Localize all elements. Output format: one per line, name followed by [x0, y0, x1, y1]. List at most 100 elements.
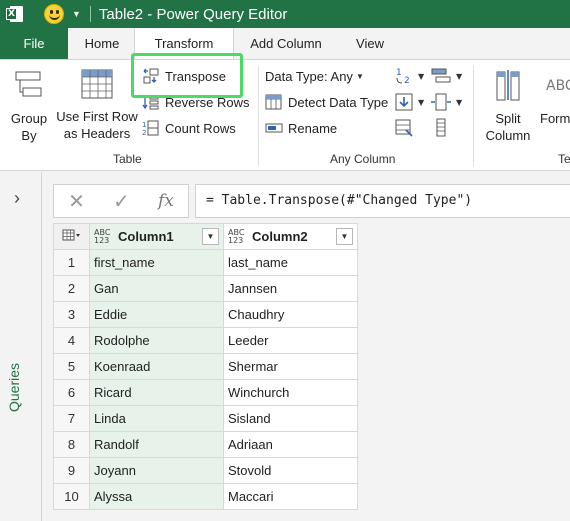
main-area: ✕ ✓ fx = Table.Transpose(#"Changed Type"… — [43, 172, 570, 521]
row-number: 3 — [53, 301, 90, 328]
any-column-group-label: Any Column — [330, 152, 396, 166]
svg-text:2: 2 — [142, 129, 146, 136]
title-separator — [89, 6, 91, 22]
cell-column2[interactable]: Sisland — [223, 405, 358, 432]
cell-column2[interactable]: Adriaan — [223, 431, 358, 458]
cell-column1[interactable]: Randolf — [89, 431, 224, 458]
tab-home[interactable]: Home — [70, 28, 134, 59]
cell-column1[interactable]: Ricard — [89, 379, 224, 406]
column2-header-label: Column2 — [252, 229, 308, 245]
check-icon[interactable]: ✓ — [113, 189, 130, 213]
tab-add-column[interactable]: Add Column — [236, 28, 336, 59]
row-number: 6 — [53, 379, 90, 406]
svg-text:▼: ▼ — [456, 72, 463, 81]
svg-text:▼: ▼ — [418, 98, 425, 107]
cell-column2[interactable]: Chaudhry — [223, 301, 358, 328]
use-first-row-label: Use First Row as Headers — [56, 109, 138, 141]
cell-column1[interactable]: Rodolphe — [89, 327, 224, 354]
format-button[interactable]: ABC Form — [540, 68, 570, 127]
rename-label: Rename — [288, 120, 338, 136]
cell-column2[interactable]: Jannsen — [223, 275, 358, 302]
group-separator — [473, 66, 474, 166]
column-header-column1[interactable]: ABC 123 Column1 ▼ — [89, 223, 224, 250]
table-row: 9 Joyann Stovold — [53, 457, 358, 484]
row-number: 1 — [53, 249, 90, 276]
row-number: 10 — [53, 483, 90, 510]
tab-view[interactable]: View — [338, 28, 402, 59]
group-separator — [258, 66, 259, 166]
cell-column2[interactable]: Winchurch — [223, 379, 358, 406]
svg-text:1: 1 — [396, 68, 402, 78]
cell-column2[interactable]: Stovold — [223, 457, 358, 484]
row-number: 8 — [53, 431, 90, 458]
ribbon: Group By Use First Row as Headers Transp… — [0, 59, 570, 171]
filter-dropdown-icon[interactable]: ▼ — [202, 228, 219, 245]
ribbon-tabs: File Home Transform Add Column View — [0, 28, 570, 59]
filter-dropdown-icon[interactable]: ▼ — [336, 228, 353, 245]
replace-values-icon[interactable]: 1 2 ▼ — [394, 66, 428, 86]
text-group-label: Te — [558, 152, 570, 166]
svg-text:2: 2 — [404, 76, 410, 86]
table-row: 1 first_name last_name — [53, 249, 358, 276]
queries-pane[interactable]: › Queries — [0, 172, 42, 521]
row-number: 2 — [53, 275, 90, 302]
quick-access-dropdown-icon[interactable]: ▼ — [72, 9, 81, 19]
table-icon[interactable] — [61, 228, 83, 242]
any-type-icon[interactable]: ABC 123 — [94, 228, 116, 245]
transpose-highlight-box — [131, 53, 243, 98]
group-by-button[interactable]: Group By — [6, 70, 52, 144]
data-type-label: Data Type: Any — [265, 68, 353, 84]
split-column-button[interactable]: Split Column — [478, 68, 538, 144]
feedback-smiley-icon[interactable] — [44, 4, 64, 24]
cell-column1[interactable]: first_name — [89, 249, 224, 276]
cell-column1[interactable]: Gan — [89, 275, 224, 302]
convert-to-list-icon[interactable] — [394, 118, 418, 138]
rename-button[interactable]: Rename — [265, 118, 337, 138]
count-rows-button[interactable]: 1 2 Count Rows — [142, 118, 236, 138]
cell-column2[interactable]: Shermar — [223, 353, 358, 380]
detect-data-type-button[interactable]: Detect Data Type — [265, 92, 388, 112]
fill-down-icon[interactable]: ▼ — [394, 92, 428, 112]
column-list-icon[interactable] — [434, 118, 450, 138]
excel-logo-icon: X — [6, 5, 24, 23]
title-bar: X ▼ Table2 - Power Query Editor — [0, 0, 570, 28]
detect-data-type-label: Detect Data Type — [288, 94, 389, 110]
column1-header-label: Column1 — [118, 229, 174, 245]
column-header-column2[interactable]: ABC 123 Column2 ▼ — [223, 223, 358, 250]
svg-text:ABC: ABC — [546, 78, 570, 94]
cell-column2[interactable]: last_name — [223, 249, 358, 276]
cell-column1[interactable]: Koenraad — [89, 353, 224, 380]
cell-column2[interactable]: Maccari — [223, 483, 358, 510]
cancel-icon[interactable]: ✕ — [68, 189, 85, 213]
table-row: 10 Alyssa Maccari — [53, 483, 358, 510]
use-first-row-as-headers-button[interactable]: Use First Row as Headers — [56, 68, 138, 142]
cell-column2[interactable]: Leeder — [223, 327, 358, 354]
cell-column1[interactable]: Linda — [89, 405, 224, 432]
fx-icon[interactable]: fx — [158, 191, 174, 211]
table-menu-corner[interactable] — [53, 223, 90, 250]
count-rows-icon: 1 2 — [142, 120, 159, 136]
any-type-icon[interactable]: ABC 123 — [228, 228, 250, 245]
cell-column1[interactable]: Eddie — [89, 301, 224, 328]
data-grid: ABC 123 Column1 ▼ ABC 123 Column2 ▼ 1 first… — [53, 223, 358, 510]
chevron-right-icon[interactable]: › — [14, 188, 20, 209]
cell-column1[interactable]: Joyann — [89, 457, 224, 484]
svg-text:1: 1 — [142, 121, 146, 129]
queries-label: Queries — [6, 362, 22, 412]
move-column-icon[interactable]: ▼ — [430, 92, 466, 112]
row-number: 4 — [53, 327, 90, 354]
window-title: Table2 - Power Query Editor — [98, 5, 288, 23]
table-row: 7 Linda Sisland — [53, 405, 358, 432]
tab-file[interactable]: File — [0, 28, 68, 59]
count-rows-label: Count Rows — [165, 120, 236, 136]
formula-bar-buttons: ✕ ✓ fx — [53, 184, 189, 218]
data-type-dropdown[interactable]: Data Type: Any ▼ — [265, 66, 364, 86]
unpivot-columns-icon[interactable]: ▼ — [430, 66, 466, 86]
cell-column1[interactable]: Alyssa — [89, 483, 224, 510]
row-number: 7 — [53, 405, 90, 432]
row-number: 9 — [53, 457, 90, 484]
chevron-down-icon: ▼ — [355, 71, 364, 81]
split-column-label: Split Column — [485, 111, 531, 143]
format-icon: ABC — [546, 78, 570, 94]
formula-input[interactable]: = Table.Transpose(#"Changed Type") — [195, 184, 570, 218]
